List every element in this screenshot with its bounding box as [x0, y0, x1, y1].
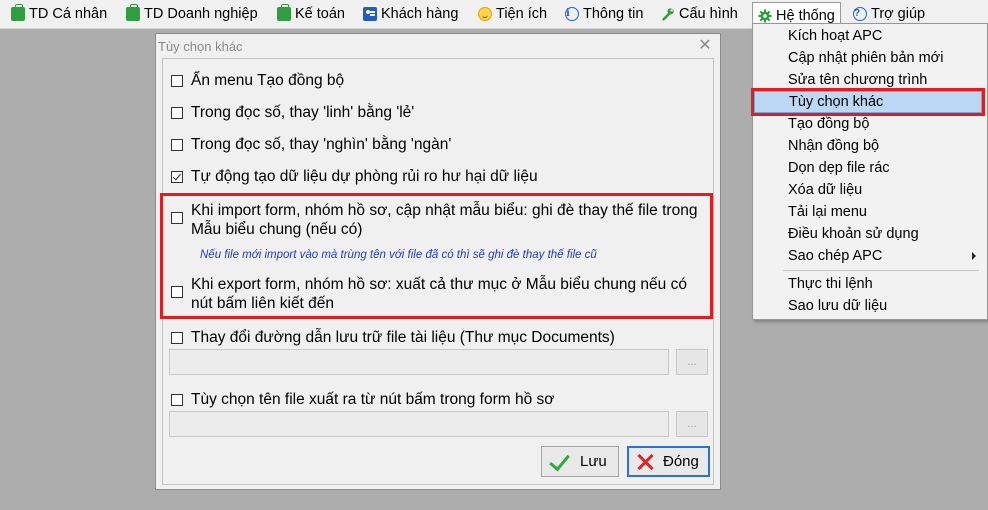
submenu-arrow-icon: [972, 252, 976, 260]
dropdown-item-tuy-chon-khac[interactable]: Tùy chọn khác: [751, 88, 985, 116]
import-note: Nếu file mới import vào mà trùng tên với…: [200, 249, 597, 261]
menu-label: Kế toán: [295, 6, 345, 22]
option-label: Tự động tạo dữ liệu dự phòng rủi ro hư h…: [191, 168, 538, 185]
menu-tro-giup[interactable]: ? Trợ giúp: [853, 3, 925, 25]
dropdown-item-dieu-khoan[interactable]: Điều khoản sử dụng: [754, 223, 982, 245]
close-icon[interactable]: ✕: [696, 36, 714, 54]
dropdown-item-tai-lai-menu[interactable]: Tải lại menu: [754, 201, 982, 223]
option-import-overwrite[interactable]: Khi import form, nhóm hồ sơ, cập nhật mẫ…: [171, 201, 711, 239]
option-documents-path[interactable]: Thay đổi đường dẫn lưu trữ file tài liệu…: [171, 328, 615, 347]
dialog-title: Tùy chọn khác: [158, 39, 243, 54]
help-icon: ?: [853, 7, 867, 21]
dropdown-item-sao-luu[interactable]: Sao lưu dữ liệu: [754, 295, 982, 317]
checkbox[interactable]: [171, 394, 183, 406]
dropdown-separator: [783, 270, 979, 271]
dropdown-item-kich-hoat[interactable]: Kích hoạt APC: [754, 25, 982, 47]
option-export-filename[interactable]: Tùy chọn tên file xuất ra từ nút bấm tro…: [171, 390, 554, 409]
menu-cau-hinh[interactable]: Cấu hình: [661, 3, 738, 25]
filename-option-input[interactable]: [169, 411, 669, 437]
menu-label: Trợ giúp: [871, 6, 926, 22]
option-hide-sync-menu[interactable]: Ẩn menu Tạo đồng bộ: [171, 71, 344, 90]
option-nghin-ngan[interactable]: Trong đọc số, thay 'nghìn' bằng 'ngàn': [171, 135, 451, 154]
info-icon: i: [565, 7, 579, 21]
option-linh-le[interactable]: Trong đọc số, thay 'linh' bằng 'lẻ': [171, 103, 414, 122]
smiley-icon: [478, 7, 492, 21]
dialog-body: Ẩn menu Tạo đồng bộ Trong đọc số, thay '…: [162, 58, 714, 485]
menu-ke-toan[interactable]: Kế toán: [277, 3, 345, 25]
dropdown-item-label: Sao chép APC: [788, 248, 883, 264]
option-auto-backup[interactable]: Tự động tạo dữ liệu dự phòng rủi ro hư h…: [171, 167, 538, 186]
checkbox[interactable]: [171, 107, 183, 119]
options-dialog: Tùy chọn khác ✕ Ẩn menu Tạo đồng bộ Tron…: [155, 33, 721, 490]
close-x-icon: [635, 452, 655, 472]
option-label: Ẩn menu Tạo đồng bộ: [191, 72, 345, 89]
filename-browse-button[interactable]: ...: [676, 411, 708, 437]
checkbox[interactable]: [171, 332, 183, 344]
checkbox-checked[interactable]: [171, 171, 183, 183]
close-label: Đóng: [663, 453, 699, 470]
menu-label: TD Cá nhân: [29, 6, 108, 22]
documents-path-input[interactable]: [169, 349, 669, 375]
save-label: Lưu: [580, 453, 607, 470]
menu-td-doanh-nghiep[interactable]: TD Doanh nghiệp: [126, 3, 258, 25]
option-export-folders[interactable]: Khi export form, nhóm hồ sơ: xuất cả thư…: [171, 275, 711, 313]
menu-tien-ich[interactable]: Tiện ích: [478, 3, 547, 25]
checkbox[interactable]: [171, 212, 183, 224]
checkbox[interactable]: [171, 75, 183, 87]
checkmark-icon: [548, 451, 570, 473]
gear-icon: [758, 8, 772, 23]
menu-khach-hang[interactable]: Khách hàng: [363, 3, 458, 25]
dropdown-item-thuc-thi-lenh[interactable]: Thực thi lệnh: [754, 273, 982, 295]
save-button[interactable]: Lưu: [541, 446, 619, 477]
dropdown-item-sao-chep-apc[interactable]: Sao chép APC: [754, 245, 982, 267]
dropdown-item-sua-ten[interactable]: Sửa tên chương trình: [754, 69, 982, 91]
dropdown-item-tao-dong-bo[interactable]: Tạo đồng bộ: [754, 113, 982, 135]
menu-label: TD Doanh nghiệp: [144, 6, 258, 22]
menu-label: Hệ thống: [776, 7, 835, 24]
dropdown-item-nhan-dong-bo[interactable]: Nhận đồng bộ: [754, 135, 982, 157]
menu-td-ca-nhan[interactable]: TD Cá nhân: [11, 3, 107, 25]
dropdown-item-don-dep[interactable]: Dọn dẹp file rác: [754, 157, 982, 179]
option-label: Khi import form, nhóm hồ sơ, cập nhật mẫ…: [191, 202, 698, 238]
briefcase-icon: [126, 4, 140, 21]
wrench-icon: [662, 8, 674, 21]
menu-label: Thông tin: [583, 6, 644, 22]
option-label: Khi export form, nhóm hồ sơ: xuất cả thư…: [191, 276, 687, 312]
option-label: Tùy chọn tên file xuất ra từ nút bấm tro…: [191, 391, 555, 408]
contact-card-icon: [363, 7, 377, 21]
menu-label: Cấu hình: [679, 6, 738, 22]
menu-label: Khách hàng: [381, 6, 459, 22]
menu-label: Tiện ích: [496, 6, 548, 22]
dropdown-item-cap-nhat[interactable]: Cập nhật phiên bản mới: [754, 47, 982, 69]
option-label: Trong đọc số, thay 'nghìn' bằng 'ngàn': [191, 136, 452, 153]
checkbox[interactable]: [171, 286, 183, 298]
briefcase-icon: [277, 4, 291, 21]
he-thong-dropdown: Kích hoạt APC Cập nhật phiên bản mới Sửa…: [751, 23, 988, 320]
option-label: Thay đổi đường dẫn lưu trữ file tài liệu…: [191, 329, 615, 346]
option-label: Trong đọc số, thay 'linh' bằng 'lẻ': [191, 104, 415, 121]
dropdown-item-xoa-du-lieu[interactable]: Xóa dữ liệu: [754, 179, 982, 201]
documents-browse-button[interactable]: ...: [676, 349, 708, 375]
menu-thong-tin[interactable]: i Thông tin: [565, 3, 643, 25]
briefcase-icon: [11, 4, 25, 21]
close-button[interactable]: Đóng: [627, 446, 710, 477]
checkbox[interactable]: [171, 139, 183, 151]
